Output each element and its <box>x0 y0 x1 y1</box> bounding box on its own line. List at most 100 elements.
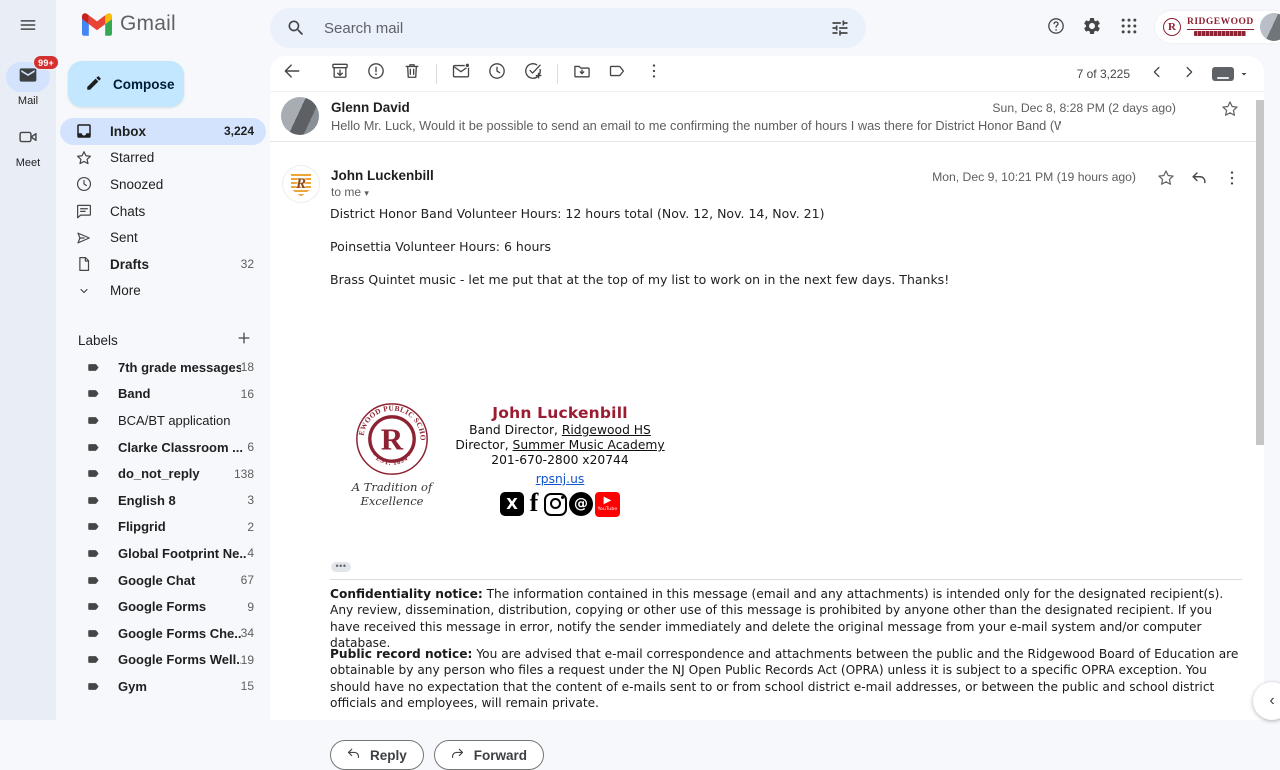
label-item-flipgrid[interactable]: Flipgrid 2 <box>60 514 266 541</box>
public-record-notice: Public record notice: You are advised th… <box>330 647 1239 711</box>
label-count: 2 <box>247 519 254 534</box>
sidebar-item-sent[interactable]: Sent <box>60 224 266 251</box>
label-name: Gym <box>118 678 147 694</box>
rail-item-meet[interactable]: Meet <box>0 124 56 169</box>
sidebar-item-snoozed[interactable]: Snoozed <box>60 171 266 198</box>
ridgewood-hs-link[interactable]: Ridgewood HS <box>562 423 651 437</box>
ridgewood-seal-logo: RIDGEWOOD PUBLIC SCHOOLS · EST. 1894 · R <box>355 402 428 475</box>
label-name: BCA/BT application <box>118 412 231 428</box>
forward-button[interactable]: Forward <box>433 740 545 770</box>
sidebar-item-drafts[interactable]: Drafts 32 <box>60 251 266 278</box>
search-input[interactable] <box>322 18 822 38</box>
website-link[interactable]: rpsnj.us <box>536 472 585 486</box>
toolbar-separator <box>557 63 558 84</box>
archive-button[interactable] <box>322 56 358 92</box>
signature-role-2: Director, Summer Music Academy <box>455 438 665 452</box>
tag-icon <box>86 386 104 401</box>
collapsed-snippet: Hello Mr. Luck, Would it be possible to … <box>331 118 1061 133</box>
label-item-google-forms-che[interactable]: Google Forms Che... 34 <box>60 620 266 647</box>
label-count: 6 <box>247 440 254 455</box>
scrollbar-thumb[interactable] <box>1256 100 1264 445</box>
label-item-google-forms[interactable]: Google Forms 9 <box>60 593 266 620</box>
pagination-label: 7 of 3,225 <box>1076 67 1130 81</box>
sidebar-item-label: Drafts <box>110 256 150 272</box>
inbox-icon <box>74 122 94 140</box>
delete-button[interactable] <box>394 56 430 92</box>
star-button[interactable] <box>1148 162 1184 198</box>
label-item-7th-grade-messages[interactable]: 7th grade messages 18 <box>60 354 266 381</box>
main-menu-button[interactable] <box>10 9 46 45</box>
add-to-tasks-button[interactable] <box>515 56 551 92</box>
collapsed-message-row[interactable]: Glenn David Hello Mr. Luck, Would it be … <box>270 93 1264 141</box>
tag-icon <box>86 652 104 667</box>
sidebar-item-inbox[interactable]: Inbox 3,224 <box>60 118 266 145</box>
compose-button[interactable]: Compose <box>68 61 184 107</box>
help-button[interactable] <box>1038 10 1074 46</box>
sidebar-item-label: Chats <box>110 203 146 219</box>
instagram-icon[interactable] <box>544 492 567 516</box>
labels-header: Labels <box>78 332 118 348</box>
older-button[interactable] <box>1174 59 1204 89</box>
label-item-do-not-reply[interactable]: do_not_reply 138 <box>60 460 266 487</box>
move-to-button[interactable] <box>564 56 600 92</box>
label-name: Google Forms Well... <box>118 652 241 668</box>
gmail-logo[interactable]: Gmail <box>82 12 176 36</box>
gmail-wordmark: Gmail <box>120 12 176 35</box>
tag-icon <box>86 413 104 428</box>
sidebar-item-chats[interactable]: Chats <box>60 198 266 225</box>
settings-button[interactable] <box>1074 10 1110 46</box>
label-item-google-chat[interactable]: Google Chat 67 <box>60 567 266 594</box>
label-item-google-forms-well[interactable]: Google Forms Well... 19 <box>60 647 266 674</box>
back-arrow-icon <box>282 61 302 86</box>
unread-count: 32 <box>240 257 254 272</box>
threads-icon[interactable]: @ <box>569 492 593 516</box>
star-button[interactable] <box>1212 93 1248 129</box>
star-icon <box>74 149 94 167</box>
label-button[interactable] <box>600 56 636 92</box>
reply-icon-button[interactable] <box>1181 162 1217 198</box>
apps-grid-button[interactable] <box>1111 10 1147 46</box>
report-spam-button[interactable] <box>358 56 394 92</box>
account-chip[interactable]: R RIDGEWOOD <box>1155 11 1280 43</box>
chevron-left-icon: ‹ <box>1269 692 1275 709</box>
label-count: 138 <box>233 466 254 481</box>
search-icon[interactable] <box>278 10 314 46</box>
snooze-button[interactable] <box>479 56 515 92</box>
youtube-icon[interactable]: ▶ YouTube <box>595 491 620 517</box>
collapsed-sender-name: Glenn David <box>331 100 410 115</box>
label-item-english-8[interactable]: English 8 3 <box>60 487 266 514</box>
label-name: English 8 <box>118 492 176 508</box>
signature-name: John Luckenbill <box>492 404 628 422</box>
search-filters-icon[interactable] <box>822 10 858 46</box>
show-trimmed-content-button[interactable]: ••• <box>331 562 351 572</box>
x-icon[interactable]: X <box>500 492 524 516</box>
rail-item-mail[interactable]: 99+ Mail <box>0 55 59 107</box>
sidebar-item-more[interactable]: More <box>60 278 266 305</box>
label-item-band[interactable]: Band 16 <box>60 381 266 408</box>
label-item-bca-bt-application[interactable]: BCA/BT application <box>60 407 266 434</box>
thread-toolbar: 7 of 3,225 <box>270 56 1264 92</box>
label-item-gym[interactable]: Gym 15 <box>60 673 266 700</box>
sidebar-item-label: Snoozed <box>110 176 164 192</box>
more-vert-button[interactable] <box>636 56 672 92</box>
facebook-icon[interactable]: f <box>526 490 542 517</box>
message-more-button[interactable] <box>1214 162 1250 198</box>
label-name: Google Chat <box>118 572 196 588</box>
recipient-toggle[interactable]: to me ▾ <box>331 185 369 199</box>
newer-button[interactable] <box>1142 59 1172 89</box>
label-name: 7th grade messages <box>118 359 241 375</box>
mark-unread-button[interactable] <box>443 56 479 92</box>
sender-name: John Luckenbill <box>331 168 434 183</box>
reply-button[interactable]: Reply <box>330 740 424 770</box>
create-label-button[interactable] <box>230 326 258 354</box>
notice-divider <box>330 579 1242 580</box>
back-button[interactable] <box>274 56 310 92</box>
label-item-global-footprint-ne[interactable]: Global Footprint Ne... 4 <box>60 540 266 567</box>
sidebar-item-starred[interactable]: Starred <box>60 145 266 172</box>
tag-icon <box>86 573 104 588</box>
tag-icon <box>86 626 104 641</box>
summer-music-academy-link[interactable]: Summer Music Academy <box>513 438 665 452</box>
label-item-clarke-classroom[interactable]: Clarke Classroom ... 6 <box>60 434 266 461</box>
input-tools-button[interactable] <box>1212 67 1250 81</box>
label-count: 18 <box>240 360 254 375</box>
